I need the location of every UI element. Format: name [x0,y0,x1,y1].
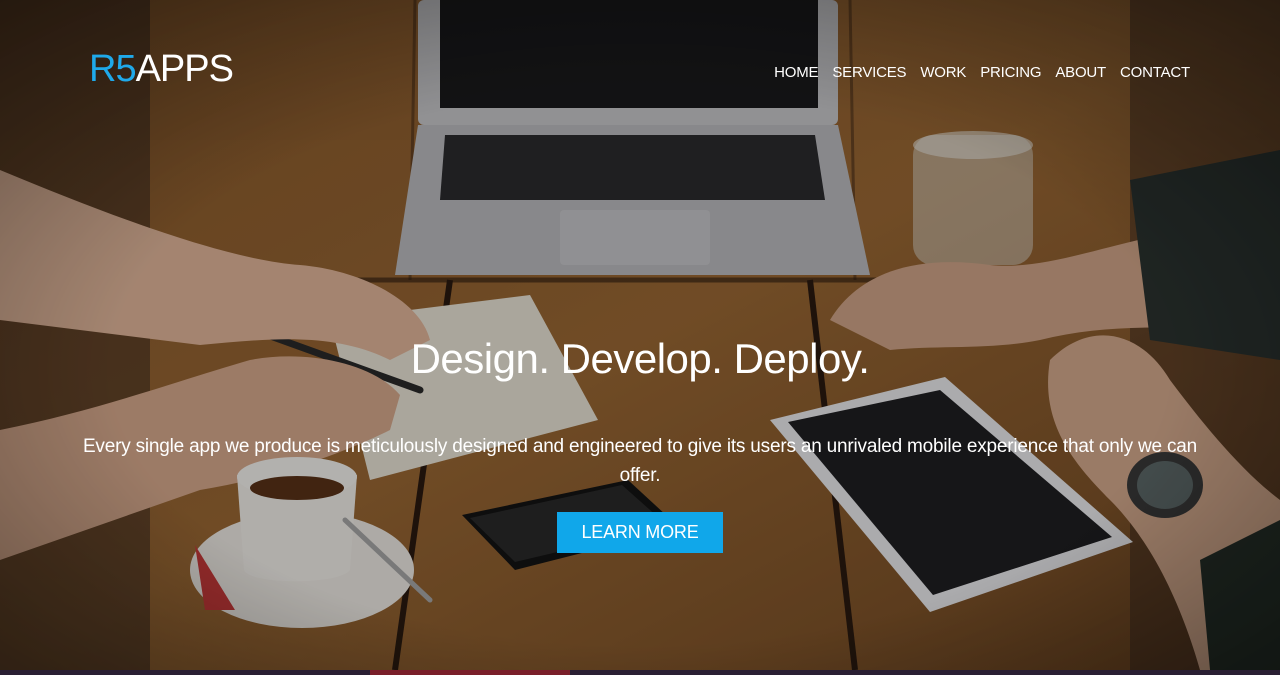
nav-link-services[interactable]: SERVICES [832,64,906,82]
logo-mark: R5 [89,48,137,90]
hero-headline: Design. Develop. Deploy. [410,335,870,382]
main-navigation: HOME SERVICES WORK PRICING ABOUT CONTACT [774,64,1190,82]
nav-link-work[interactable]: WORK [920,64,966,82]
logo-wordmark: APPS [135,48,234,90]
nav-link-pricing[interactable]: PRICING [980,64,1041,82]
nav-link-about[interactable]: ABOUT [1055,64,1106,82]
brand-logo[interactable]: R5 APPS [89,48,234,90]
hero-section: R5 APPS HOME SERVICES WORK PRICING ABOUT … [0,0,1280,670]
next-section-edge [0,670,1280,675]
hero-subtext: Every single app we produce is meticulou… [82,436,1198,486]
next-section-accent [370,670,570,675]
nav-link-contact[interactable]: CONTACT [1120,64,1190,82]
learn-more-button[interactable]: LEARN MORE [557,512,723,553]
nav-link-home[interactable]: HOME [774,64,818,82]
